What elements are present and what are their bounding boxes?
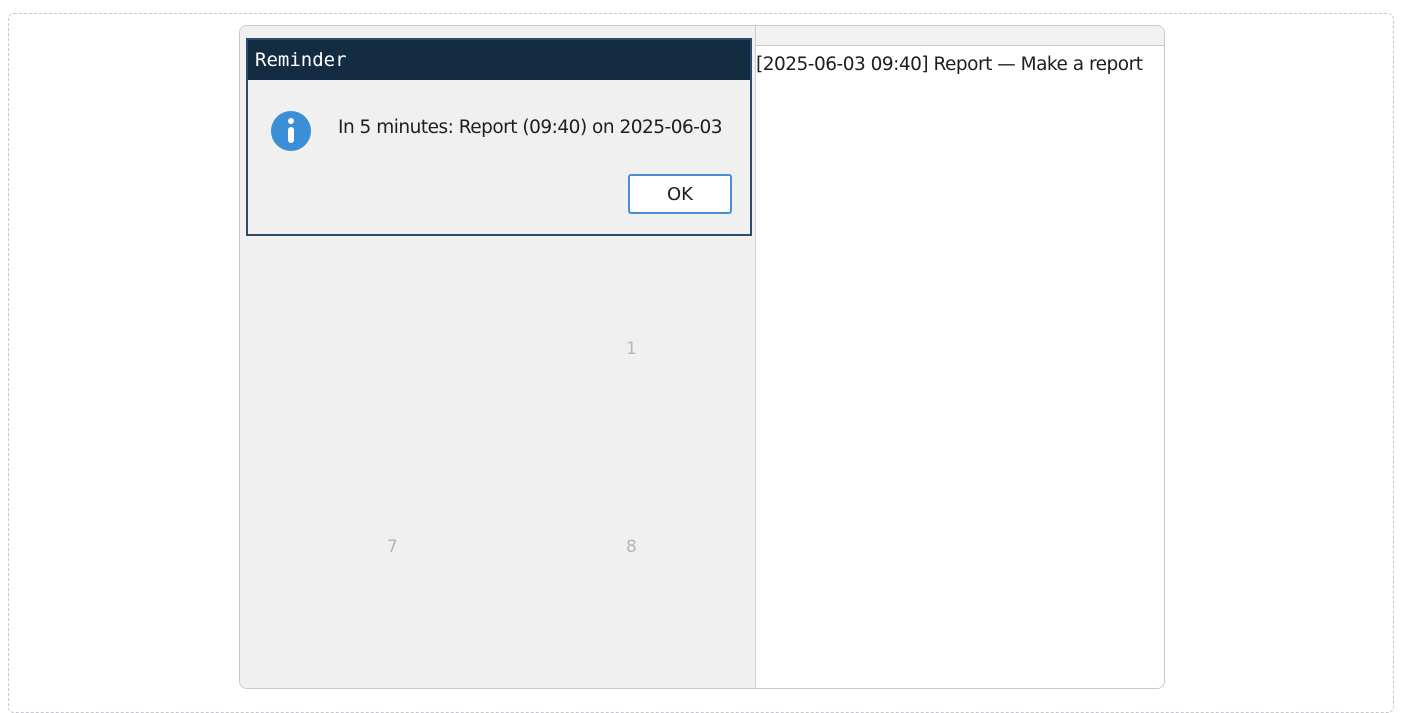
ok-button[interactable]: OK [628,174,732,214]
event-list-item[interactable]: [2025-06-03 09:40] Report — Make a repor… [756,54,1161,75]
calendar-day[interactable]: 7 [387,537,398,557]
events-list-header [756,26,1164,46]
reminder-dialog: Reminder In 5 minutes: Report (09:40) on… [246,38,752,236]
info-icon [271,111,311,151]
calendar-day[interactable]: 1 [626,339,637,359]
calendar-day[interactable]: 8 [626,537,637,557]
dialog-title: Reminder [255,49,347,71]
dialog-titlebar[interactable]: Reminder [248,40,750,80]
dialog-message: In 5 minutes: Report (09:40) on 2025-06-… [338,117,723,138]
events-list: [2025-06-03 09:40] Report — Make a repor… [756,26,1164,688]
